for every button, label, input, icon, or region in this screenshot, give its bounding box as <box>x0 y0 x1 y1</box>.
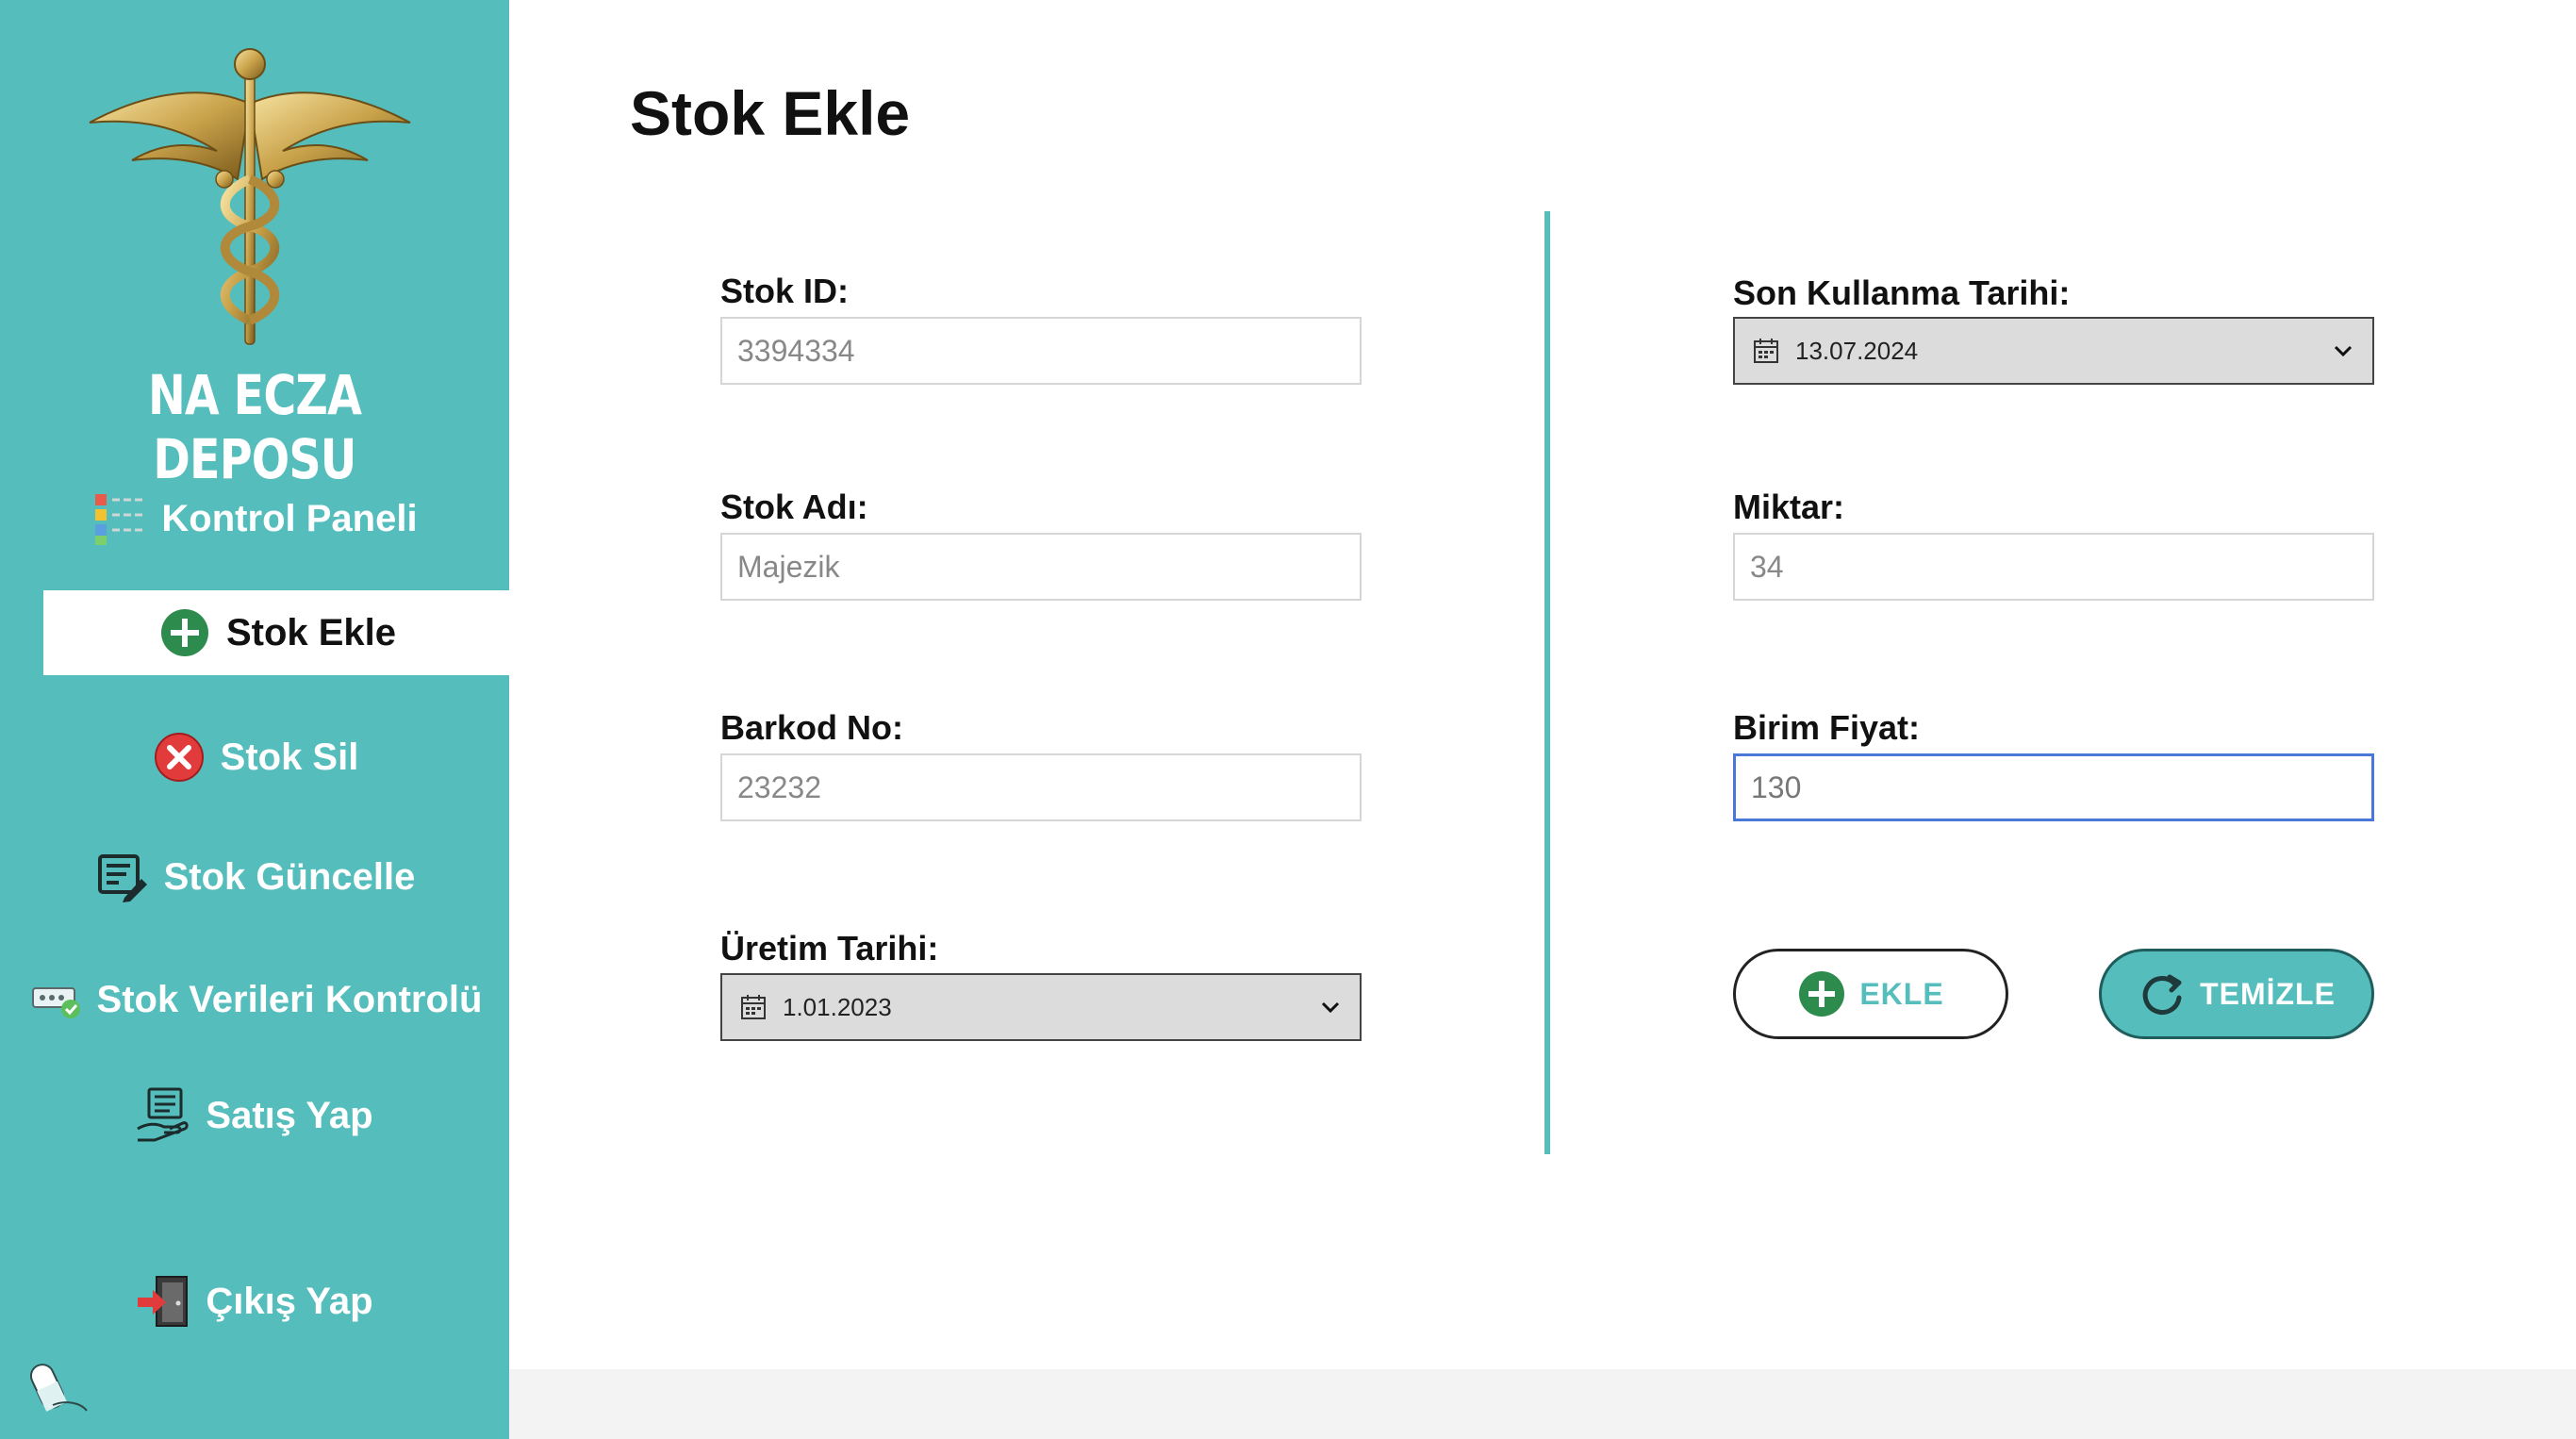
edit-list-icon <box>94 849 151 905</box>
son-kullanma-tarihi-datepicker[interactable]: 13.07.2024 <box>1733 317 2374 385</box>
stok-id-input[interactable] <box>720 317 1362 385</box>
birim-fiyat-label: Birim Fiyat: <box>1733 708 1921 747</box>
sidebar-item-stok-ekle[interactable]: Stok Ekle <box>43 590 509 675</box>
calendar-icon <box>741 995 766 1019</box>
sidebar-item-label: Çıkış Yap <box>206 1280 373 1322</box>
page-title: Stok Ekle <box>630 78 911 148</box>
temizle-button-label: TEMİZLE <box>2200 976 2336 1011</box>
barkod-no-input[interactable] <box>720 753 1362 821</box>
chevron-down-icon <box>1321 1001 1340 1014</box>
sidebar-item-label: Stok Sil <box>220 736 359 778</box>
uretim-tarihi-datepicker[interactable]: 1.01.2023 <box>720 973 1362 1041</box>
plus-circle-icon <box>157 604 213 661</box>
miktar-input[interactable] <box>1733 533 2374 601</box>
sidebar-item-label: Stok Verileri Kontrolü <box>96 978 483 1020</box>
uretim-tarihi-label: Üretim Tarihi: <box>720 929 939 968</box>
caduceus-logo-icon <box>89 48 411 345</box>
sidebar-item-label: Satış Yap <box>206 1094 373 1136</box>
dashboard-icon <box>91 490 148 547</box>
sidebar-item-satis-yap[interactable]: Satış Yap <box>0 1073 509 1158</box>
sidebar-item-stok-verileri-kontrolu[interactable]: Stok Verileri Kontrolü <box>0 957 509 1042</box>
x-circle-icon <box>151 729 207 786</box>
sidebar-item-label: Stok Güncelle <box>163 855 416 898</box>
plus-circle-icon <box>1799 971 1845 1017</box>
sidebar-item-kontrol-paneli[interactable]: Kontrol Paneli <box>0 476 509 561</box>
data-check-icon <box>27 971 84 1028</box>
sidebar-item-label: Kontrol Paneli <box>161 497 418 539</box>
stok-adi-label: Stok Adı: <box>720 488 868 526</box>
pill-logo-icon <box>29 1364 88 1412</box>
ekle-button-label: EKLE <box>1859 976 1944 1011</box>
stok-id-label: Stok ID: <box>720 272 850 310</box>
bottom-strip <box>509 1369 2576 1439</box>
exit-door-icon <box>136 1273 192 1330</box>
refresh-icon <box>2142 974 2182 1015</box>
temizle-button[interactable]: TEMİZLE <box>2099 949 2374 1039</box>
miktar-label: Miktar: <box>1733 488 1845 526</box>
barkod-no-label: Barkod No: <box>720 708 904 747</box>
brand-title: NA ECZA DEPOSU <box>147 363 362 491</box>
uretim-tarihi-value: 1.01.2023 <box>783 992 892 1021</box>
sidebar: NA ECZA DEPOSU Kontrol Paneli Stok Ekle … <box>0 0 509 1439</box>
son-kullanma-tarihi-label: Son Kullanma Tarihi: <box>1733 273 2071 312</box>
cash-register-icon <box>136 1087 192 1144</box>
son-kullanma-tarihi-value: 13.07.2024 <box>1795 336 1919 365</box>
column-divider <box>1544 211 1550 1154</box>
sidebar-item-cikis-yap[interactable]: Çıkış Yap <box>0 1259 509 1344</box>
ekle-button[interactable]: EKLE <box>1733 949 2008 1039</box>
sidebar-item-stok-sil[interactable]: Stok Sil <box>0 715 509 800</box>
birim-fiyat-input[interactable] <box>1733 753 2374 821</box>
chevron-down-icon <box>2334 345 2353 357</box>
calendar-icon <box>1754 339 1778 363</box>
sidebar-item-stok-guncelle[interactable]: Stok Güncelle <box>0 835 509 919</box>
stok-adi-input[interactable] <box>720 533 1362 601</box>
sidebar-item-label: Stok Ekle <box>225 611 397 653</box>
